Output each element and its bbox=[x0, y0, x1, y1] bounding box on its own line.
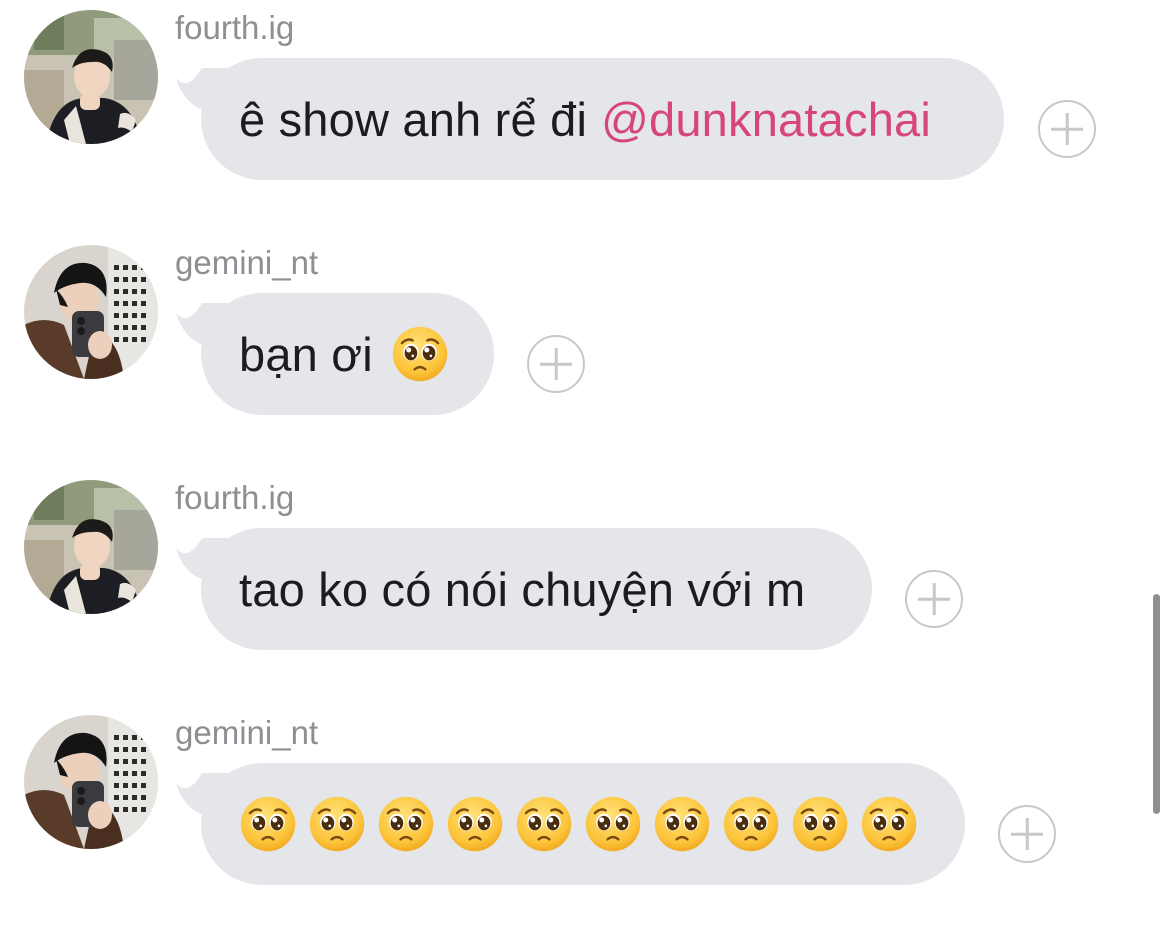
scrollbar[interactable] bbox=[1153, 594, 1160, 814]
message-bubble[interactable]: bạn ơi bbox=[201, 293, 494, 415]
avatar[interactable] bbox=[24, 480, 158, 614]
message-thread: fourth.ig ê show anh rể đi @dunknatachai… bbox=[0, 0, 1170, 943]
message-bubble[interactable]: tao ko có nói chuyện với m bbox=[201, 528, 872, 650]
add-reaction-icon[interactable] bbox=[998, 805, 1056, 863]
message-row: gemini_nt bbox=[0, 705, 1140, 930]
message-row: gemini_nt bạn ơi bbox=[0, 235, 1140, 460]
pleading-face-icon bbox=[653, 795, 711, 853]
add-reaction-icon[interactable] bbox=[1038, 100, 1096, 158]
pleading-face-icon bbox=[239, 795, 297, 853]
pleading-face-icon bbox=[446, 795, 504, 853]
add-reaction-icon[interactable] bbox=[527, 335, 585, 393]
avatar[interactable] bbox=[24, 245, 158, 379]
message-text: tao ko có nói chuyện với m bbox=[239, 562, 806, 616]
emoji-message bbox=[239, 795, 918, 853]
message-username[interactable]: fourth.ig bbox=[175, 478, 294, 518]
avatar[interactable] bbox=[24, 715, 158, 849]
avatar[interactable] bbox=[24, 10, 158, 144]
pleading-face-icon bbox=[515, 795, 573, 853]
message-text: bạn ơi bbox=[239, 327, 373, 381]
message-bubble[interactable] bbox=[201, 763, 965, 885]
message-text: ê show anh rể đi bbox=[239, 92, 588, 146]
pleading-face-icon bbox=[391, 325, 449, 383]
pleading-face-icon bbox=[584, 795, 642, 853]
pleading-face-icon bbox=[377, 795, 435, 853]
message-bubble[interactable]: ê show anh rể đi @dunknatachai bbox=[201, 58, 1004, 180]
message-row: fourth.ig ê show anh rể đi @dunknatachai bbox=[0, 0, 1140, 225]
message-row: fourth.ig tao ko có nói chuyện với m bbox=[0, 470, 1140, 695]
user-mention-link[interactable]: @dunknatachai bbox=[601, 92, 931, 147]
message-username[interactable]: gemini_nt bbox=[175, 713, 318, 753]
pleading-face-icon bbox=[308, 795, 366, 853]
add-reaction-icon[interactable] bbox=[905, 570, 963, 628]
pleading-face-icon bbox=[860, 795, 918, 853]
pleading-face-icon bbox=[791, 795, 849, 853]
message-username[interactable]: gemini_nt bbox=[175, 243, 318, 283]
message-username[interactable]: fourth.ig bbox=[175, 8, 294, 48]
pleading-face-icon bbox=[722, 795, 780, 853]
